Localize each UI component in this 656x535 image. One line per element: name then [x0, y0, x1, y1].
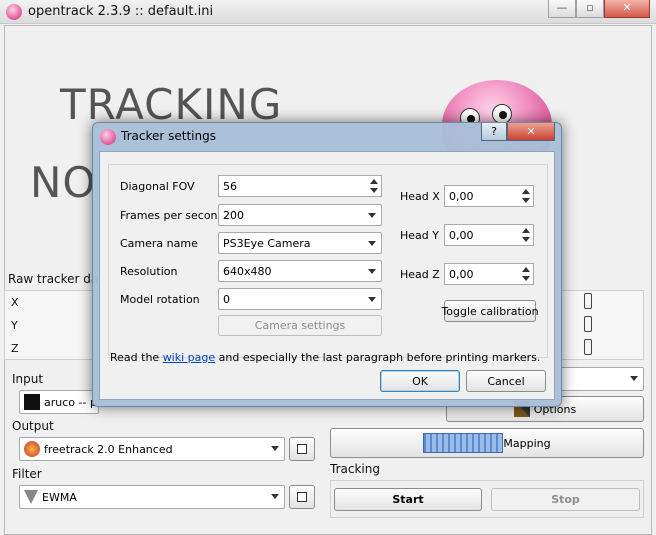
axis-x-label: X: [11, 296, 19, 309]
profile-combo[interactable]: [560, 367, 644, 391]
head-z-spinbox[interactable]: 0,00: [444, 263, 534, 285]
stop-button[interactable]: Stop: [491, 488, 640, 511]
tracker-settings-dialog: Tracker settings ? ✕ Diagonal FOV 56 Fra…: [92, 122, 562, 407]
info-text: Read the wiki page and especially the la…: [110, 351, 540, 364]
filter-settings-button[interactable]: [289, 485, 315, 509]
wiki-page-link[interactable]: wiki page: [163, 351, 215, 364]
input-tracker-value: aruco -- p: [44, 395, 97, 409]
close-button[interactable]: ✕: [604, 0, 650, 18]
maximize-button[interactable]: ▫: [576, 0, 604, 18]
help-button[interactable]: ?: [481, 123, 507, 141]
funnel-icon: [24, 490, 38, 504]
raw-z-value-box: [584, 339, 592, 355]
window-title: opentrack 2.3.9 :: default.ini: [28, 4, 214, 19]
resolution-value: 640x480: [223, 264, 272, 278]
head-y-value: 0,00: [449, 228, 474, 242]
info-suffix: and especially the last paragraph before…: [215, 351, 541, 364]
fps-combo[interactable]: 200: [218, 204, 382, 226]
dialog-title: Tracker settings: [121, 129, 216, 143]
spin-arrows-icon[interactable]: [520, 265, 532, 283]
camera-name-label: Camera name: [120, 237, 198, 250]
fps-label: Frames per second: [120, 209, 225, 222]
window-icon: [297, 492, 307, 502]
opentrack-app-icon: [100, 129, 116, 145]
filter-label: Filter: [12, 467, 42, 481]
axis-z-label: Z: [11, 342, 19, 355]
raw-x-value-box: [584, 293, 592, 309]
not-status-text: NO: [30, 158, 97, 207]
window-icon: [297, 444, 307, 454]
head-x-spinbox[interactable]: 0,00: [444, 185, 534, 207]
diagonal-fov-label: Diagonal FOV: [120, 180, 195, 193]
start-button[interactable]: Start: [334, 488, 482, 511]
chevron-down-icon: [630, 376, 638, 381]
main-titlebar: opentrack 2.3.9 :: default.ini — ▫ ✕: [0, 0, 656, 24]
dialog-client-area: Diagonal FOV 56 Frames per second 200 Ca…: [99, 151, 555, 400]
output-protocol-value: freetrack 2.0 Enhanced: [44, 442, 173, 456]
filter-value: EWMA: [42, 490, 77, 504]
spin-arrows-icon[interactable]: [520, 187, 532, 205]
output-label: Output: [12, 419, 54, 433]
model-rotation-label: Model rotation: [120, 293, 200, 306]
info-prefix: Read the: [110, 351, 163, 364]
resolution-label: Resolution: [120, 265, 178, 278]
mapping-label: Mapping: [503, 436, 551, 450]
chevron-down-icon: [368, 241, 376, 246]
diagonal-fov-value: 56: [223, 179, 237, 193]
output-protocol-combo[interactable]: freetrack 2.0 Enhanced: [19, 437, 285, 461]
toggle-calibration-button[interactable]: Toggle calibration: [441, 300, 539, 322]
spin-arrows-icon[interactable]: [368, 177, 380, 195]
resolution-combo[interactable]: 640x480: [218, 260, 382, 282]
tracking-label: Tracking: [330, 462, 380, 476]
chevron-down-icon: [368, 213, 376, 218]
camera-name-combo[interactable]: PS3Eye Camera: [218, 232, 382, 254]
filter-combo[interactable]: EWMA: [19, 485, 285, 509]
chevron-down-icon: [271, 494, 279, 499]
model-rotation-value: 0: [223, 292, 230, 306]
opentrack-app-icon: [6, 4, 22, 20]
model-rotation-combo[interactable]: 0: [218, 288, 382, 310]
octopus-eye-right: [492, 104, 512, 124]
dialog-close-button[interactable]: ✕: [507, 123, 555, 141]
head-x-label: Head X: [400, 190, 440, 203]
ok-button[interactable]: OK: [380, 370, 460, 392]
mapping-button[interactable]: Mapping: [330, 428, 644, 458]
input-label: Input: [12, 372, 44, 386]
camera-name-value: PS3Eye Camera: [223, 236, 311, 250]
minimize-button[interactable]: —: [548, 0, 576, 18]
diagonal-fov-spinbox[interactable]: 56: [218, 175, 382, 197]
head-z-value: 0,00: [449, 267, 474, 281]
freetrack-icon: [24, 441, 40, 457]
chevron-down-icon: [368, 297, 376, 302]
camera-settings-button[interactable]: Camera settings: [218, 315, 382, 336]
head-y-label: Head Y: [400, 229, 439, 242]
output-settings-button[interactable]: [289, 437, 315, 461]
spin-arrows-icon[interactable]: [520, 226, 532, 244]
head-z-label: Head Z: [400, 268, 440, 281]
head-x-value: 0,00: [449, 189, 474, 203]
chevron-down-icon: [271, 446, 279, 451]
fps-value: 200: [223, 208, 244, 222]
aruco-icon: [24, 394, 40, 410]
axis-y-label: Y: [11, 319, 18, 332]
mapping-curve-icon: [423, 433, 504, 453]
head-y-spinbox[interactable]: 0,00: [444, 224, 534, 246]
input-tracker-combo[interactable]: aruco -- p: [19, 390, 99, 414]
raw-y-value-box: [584, 316, 592, 332]
cancel-button[interactable]: Cancel: [466, 370, 546, 392]
chevron-down-icon: [368, 269, 376, 274]
